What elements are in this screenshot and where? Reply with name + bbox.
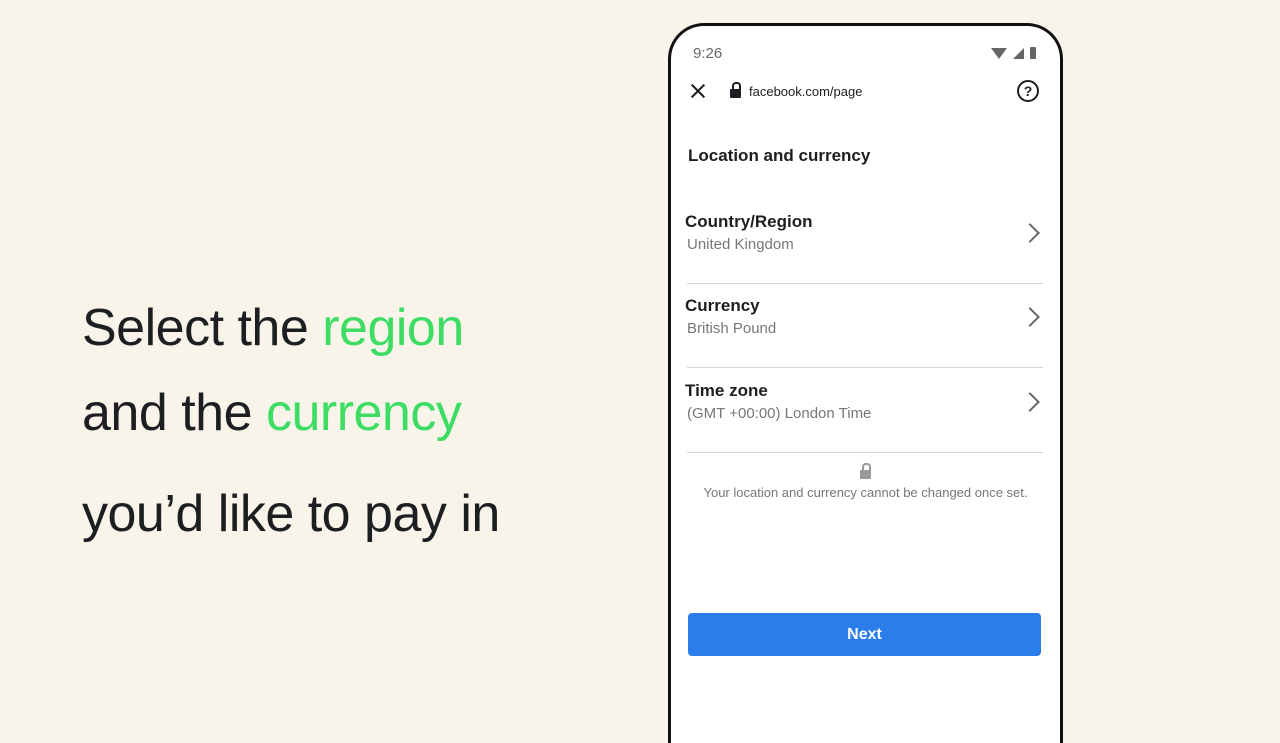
caption-highlight-region: region bbox=[322, 299, 464, 357]
divider bbox=[687, 283, 1043, 284]
browser-url-bar: facebook.com/page ? bbox=[671, 80, 1060, 104]
caption-line-2-text: and the bbox=[82, 384, 253, 442]
status-time: 9:26 bbox=[693, 45, 723, 62]
close-icon[interactable] bbox=[688, 81, 708, 101]
lock-icon bbox=[730, 82, 741, 98]
caption-line-1: Select the region bbox=[82, 302, 464, 354]
battery-icon bbox=[1030, 47, 1036, 59]
url-text: facebook.com/page bbox=[749, 84, 863, 99]
currency-row[interactable]: Currency British Pound bbox=[685, 296, 1045, 368]
chevron-right-icon bbox=[1020, 223, 1040, 243]
divider bbox=[687, 452, 1043, 453]
phone-frame: 9:26 facebook.com/page ? Location and cu… bbox=[668, 23, 1063, 743]
status-bar: 9:26 bbox=[693, 43, 1036, 63]
lock-icon bbox=[860, 463, 871, 479]
caption-highlight-currency: currency bbox=[265, 384, 462, 442]
caption-line-1-text: Select the bbox=[82, 299, 309, 357]
row-label: Country/Region bbox=[685, 212, 813, 231]
row-value: (GMT +00:00) London Time bbox=[687, 405, 872, 422]
signal-icon bbox=[1013, 48, 1024, 59]
page-title: Location and currency bbox=[688, 146, 871, 165]
next-button[interactable]: Next bbox=[688, 613, 1041, 656]
row-value: British Pound bbox=[687, 320, 777, 337]
chevron-right-icon bbox=[1020, 392, 1040, 412]
lock-notice: Your location and currency cannot be cha… bbox=[703, 485, 1028, 500]
country-region-row[interactable]: Country/Region United Kingdom bbox=[685, 212, 1045, 284]
caption-line-3: you’d like to pay in bbox=[82, 485, 500, 543]
caption-line-2: and the currency bbox=[82, 384, 462, 442]
help-icon[interactable]: ? bbox=[1017, 80, 1039, 102]
divider bbox=[687, 367, 1043, 368]
row-label: Time zone bbox=[685, 381, 768, 400]
phone-screen: 9:26 facebook.com/page ? Location and cu… bbox=[671, 26, 1060, 743]
time-zone-row[interactable]: Time zone (GMT +00:00) London Time bbox=[685, 381, 1045, 453]
row-label: Currency bbox=[685, 296, 760, 315]
wifi-icon bbox=[991, 48, 1007, 59]
row-value: United Kingdom bbox=[687, 236, 794, 253]
status-icons bbox=[991, 47, 1036, 59]
chevron-right-icon bbox=[1020, 307, 1040, 327]
